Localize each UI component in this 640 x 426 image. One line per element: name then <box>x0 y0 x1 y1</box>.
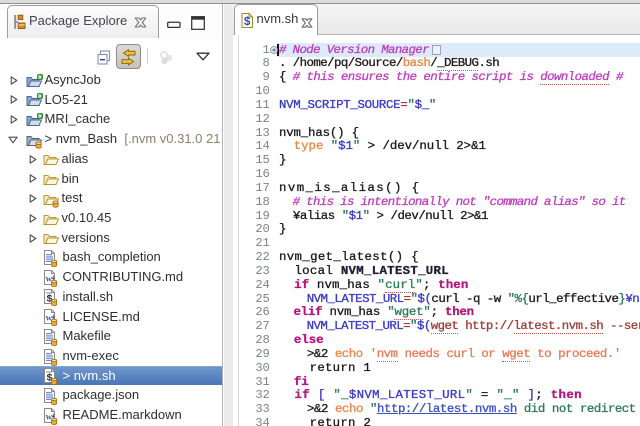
svg-text:$: $ <box>243 16 250 28</box>
